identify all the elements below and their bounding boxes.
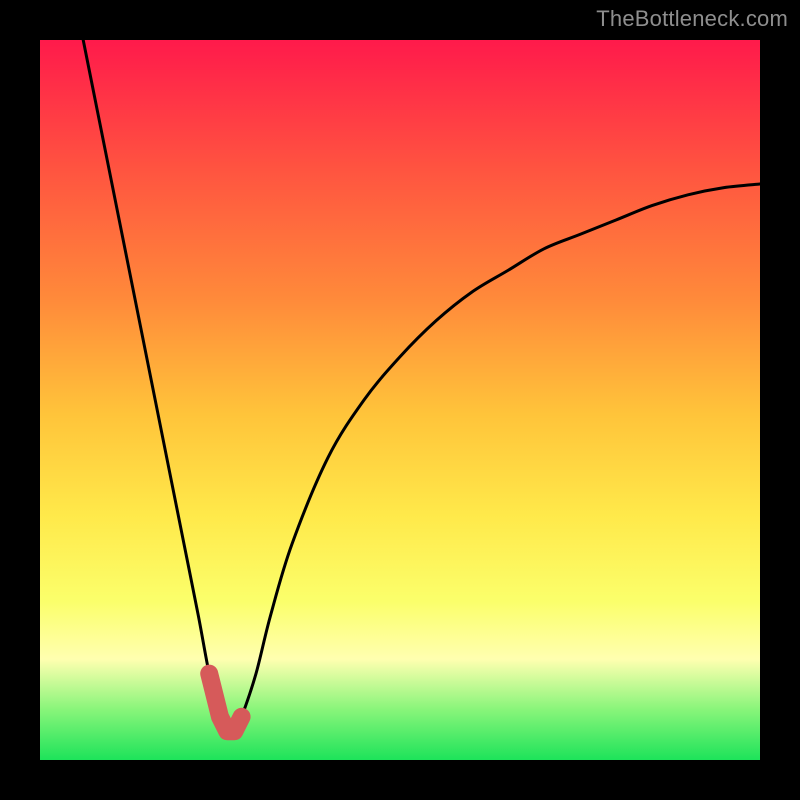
bottleneck-curve [83,40,760,733]
chart-frame: TheBottleneck.com [0,0,800,800]
watermark-text: TheBottleneck.com [596,6,788,32]
gradient-plot-area [40,40,760,760]
optimum-highlight [209,674,241,732]
curve-layer [40,40,760,760]
